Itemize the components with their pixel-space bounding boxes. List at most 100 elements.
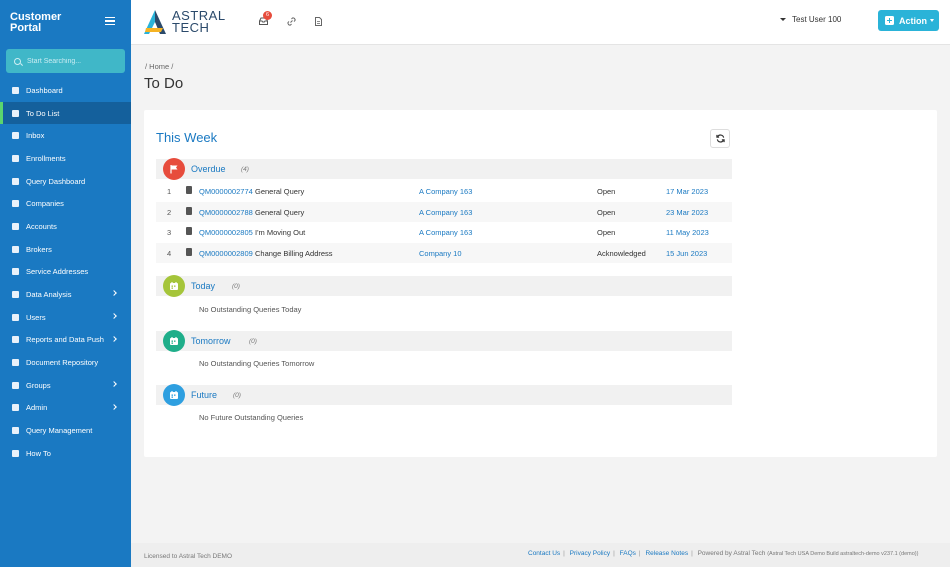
query-status: Open bbox=[597, 228, 616, 237]
chevron-right-icon bbox=[111, 313, 117, 319]
sidebar-item-label: Users bbox=[26, 312, 46, 322]
megaphone-icon bbox=[12, 177, 19, 185]
table-row[interactable]: 2 QM0000002788 General Query A Company 1… bbox=[156, 202, 732, 222]
refresh-button[interactable] bbox=[710, 129, 730, 148]
section-count: (4) bbox=[241, 166, 249, 173]
menu-toggle-icon[interactable] bbox=[105, 17, 115, 25]
query-ref-link[interactable]: QM0000002788 bbox=[199, 208, 253, 217]
sidebar-item-document-repository[interactable]: Document Repository bbox=[0, 351, 131, 374]
caret-down-icon bbox=[930, 19, 934, 22]
sidebar-item-label: Accounts bbox=[26, 221, 57, 231]
contact-us-link[interactable]: Contact Us bbox=[528, 550, 560, 557]
sidebar-item-label: Document Repository bbox=[26, 358, 99, 368]
inbox-icon bbox=[12, 132, 19, 140]
action-button-label: Action bbox=[899, 15, 927, 26]
to-do-panel: This Week Overdue (4) 1 QM0000002774 Gen… bbox=[144, 110, 937, 457]
section-today: Today (0) bbox=[156, 275, 732, 297]
search-icon bbox=[14, 57, 21, 65]
row-number: 3 bbox=[167, 228, 172, 237]
company-link[interactable]: Company 10 bbox=[419, 249, 462, 258]
query-ref-link[interactable]: QM0000002774 bbox=[199, 187, 253, 196]
inbox-count-badge: 6 bbox=[263, 11, 272, 20]
query-date-link[interactable]: 17 Mar 2023 bbox=[666, 187, 708, 196]
sidebar-item-reports-and-data-push[interactable]: Reports and Data Push bbox=[0, 329, 131, 352]
query-date-link[interactable]: 23 Mar 2023 bbox=[666, 208, 708, 217]
sidebar-item-groups[interactable]: Groups bbox=[0, 374, 131, 397]
company-link[interactable]: A Company 163 bbox=[419, 228, 472, 237]
logo-mark-icon bbox=[143, 9, 167, 35]
sidebar-item-label: Companies bbox=[26, 199, 64, 209]
map-marker-icon bbox=[12, 268, 19, 276]
empty-message: No Outstanding Queries Today bbox=[199, 305, 302, 314]
document-icon[interactable] bbox=[315, 17, 323, 26]
breadcrumb[interactable]: / Home / bbox=[145, 62, 173, 71]
sidebar-item-query-management[interactable]: Query Management bbox=[0, 419, 131, 442]
release-notes-link[interactable]: Release Notes bbox=[645, 550, 688, 557]
list-icon bbox=[12, 109, 19, 117]
user-menu[interactable]: Test User 100 bbox=[780, 15, 841, 24]
sidebar-item-label: Query Dashboard bbox=[26, 176, 86, 186]
sidebar-item-users[interactable]: Users bbox=[0, 306, 131, 329]
company-link[interactable]: A Company 163 bbox=[419, 187, 472, 196]
section-name[interactable]: Future bbox=[191, 390, 217, 400]
table-row[interactable]: 1 QM0000002774 General Query A Company 1… bbox=[156, 181, 732, 201]
row-number: 4 bbox=[167, 249, 172, 258]
section-count: (0) bbox=[232, 283, 240, 290]
sidebar-item-dashboard[interactable]: Dashboard bbox=[0, 79, 131, 102]
privacy-policy-link[interactable]: Privacy Policy bbox=[570, 550, 610, 557]
sidebar-item-enrollments[interactable]: Enrollments bbox=[0, 147, 131, 170]
company-link[interactable]: A Company 163 bbox=[419, 208, 472, 217]
sidebar-item-accounts[interactable]: Accounts bbox=[0, 215, 131, 238]
brand-line2: Portal bbox=[10, 22, 42, 34]
row-number: 2 bbox=[167, 208, 172, 217]
portal-brand[interactable]: Customer Portal bbox=[10, 12, 80, 34]
sidebar-search[interactable] bbox=[6, 49, 125, 73]
action-button[interactable]: Action bbox=[878, 10, 939, 31]
build-info: (Astral Tech USA Demo Build astraltech-d… bbox=[767, 551, 919, 557]
table-row[interactable]: 4 QM0000002809 Change Billing Address Co… bbox=[156, 243, 732, 263]
plus-square-icon bbox=[885, 16, 894, 25]
section-future: Future (0) bbox=[156, 384, 732, 406]
footer-links: Contact Us | Privacy Policy | FAQs | Releas… bbox=[528, 550, 919, 557]
flag-icon bbox=[163, 158, 185, 180]
query-title: Change Billing Address bbox=[255, 249, 333, 258]
sidebar-item-to-do-list[interactable]: To Do List bbox=[0, 101, 131, 125]
sidebar-item-query-dashboard[interactable]: Query Dashboard bbox=[0, 170, 131, 193]
breadcrumb-home[interactable]: / Home / bbox=[145, 62, 173, 71]
license-text: Licensed to Astral Tech DEMO bbox=[144, 553, 233, 560]
sidebar-item-inbox[interactable]: Inbox bbox=[0, 124, 131, 147]
sidebar-item-label: Groups bbox=[26, 380, 51, 390]
panel-title: This Week bbox=[156, 130, 218, 145]
calendar-icon bbox=[163, 330, 185, 352]
sidebar-item-how-to[interactable]: How To bbox=[0, 442, 131, 465]
sidebar-item-label: Enrollments bbox=[26, 153, 66, 163]
document-icon bbox=[186, 207, 192, 215]
astral-tech-logo[interactable]: ASTRAL TECH bbox=[143, 9, 226, 35]
table-row[interactable]: 3 QM0000002805 I'm Moving Out A Company … bbox=[156, 222, 732, 242]
section-tomorrow: Tomorrow (0) bbox=[156, 330, 732, 352]
query-date-link[interactable]: 11 May 2023 bbox=[666, 228, 709, 237]
sidebar-item-brokers[interactable]: Brokers bbox=[0, 238, 131, 261]
query-ref-link[interactable]: QM0000002809 bbox=[199, 249, 253, 258]
sidebar-item-label: To Do List bbox=[26, 108, 60, 118]
sidebar-item-data-analysis[interactable]: Data Analysis bbox=[0, 283, 131, 306]
sidebar-item-admin[interactable]: Admin bbox=[0, 397, 131, 420]
section-name[interactable]: Tomorrow bbox=[191, 336, 231, 346]
sidebar: Customer Portal Dashboard To Do List Inb… bbox=[0, 0, 131, 567]
link-icon[interactable] bbox=[287, 17, 296, 26]
chevron-right-icon bbox=[111, 381, 117, 387]
id-card-icon bbox=[12, 154, 19, 162]
sidebar-item-service-addresses[interactable]: Service Addresses bbox=[0, 261, 131, 284]
query-status: Acknowledged bbox=[597, 249, 646, 258]
section-name[interactable]: Overdue bbox=[191, 164, 226, 174]
document-icon bbox=[186, 227, 192, 235]
faqs-link[interactable]: FAQs bbox=[620, 550, 636, 557]
query-ref-link[interactable]: QM0000002805 bbox=[199, 228, 253, 237]
search-input[interactable] bbox=[27, 57, 117, 65]
question-icon bbox=[12, 427, 19, 435]
section-name[interactable]: Today bbox=[191, 281, 215, 291]
building-icon bbox=[12, 245, 19, 253]
sidebar-item-companies[interactable]: Companies bbox=[0, 192, 131, 215]
file-icon bbox=[12, 359, 19, 367]
query-date-link[interactable]: 15 Jun 2023 bbox=[666, 249, 707, 258]
